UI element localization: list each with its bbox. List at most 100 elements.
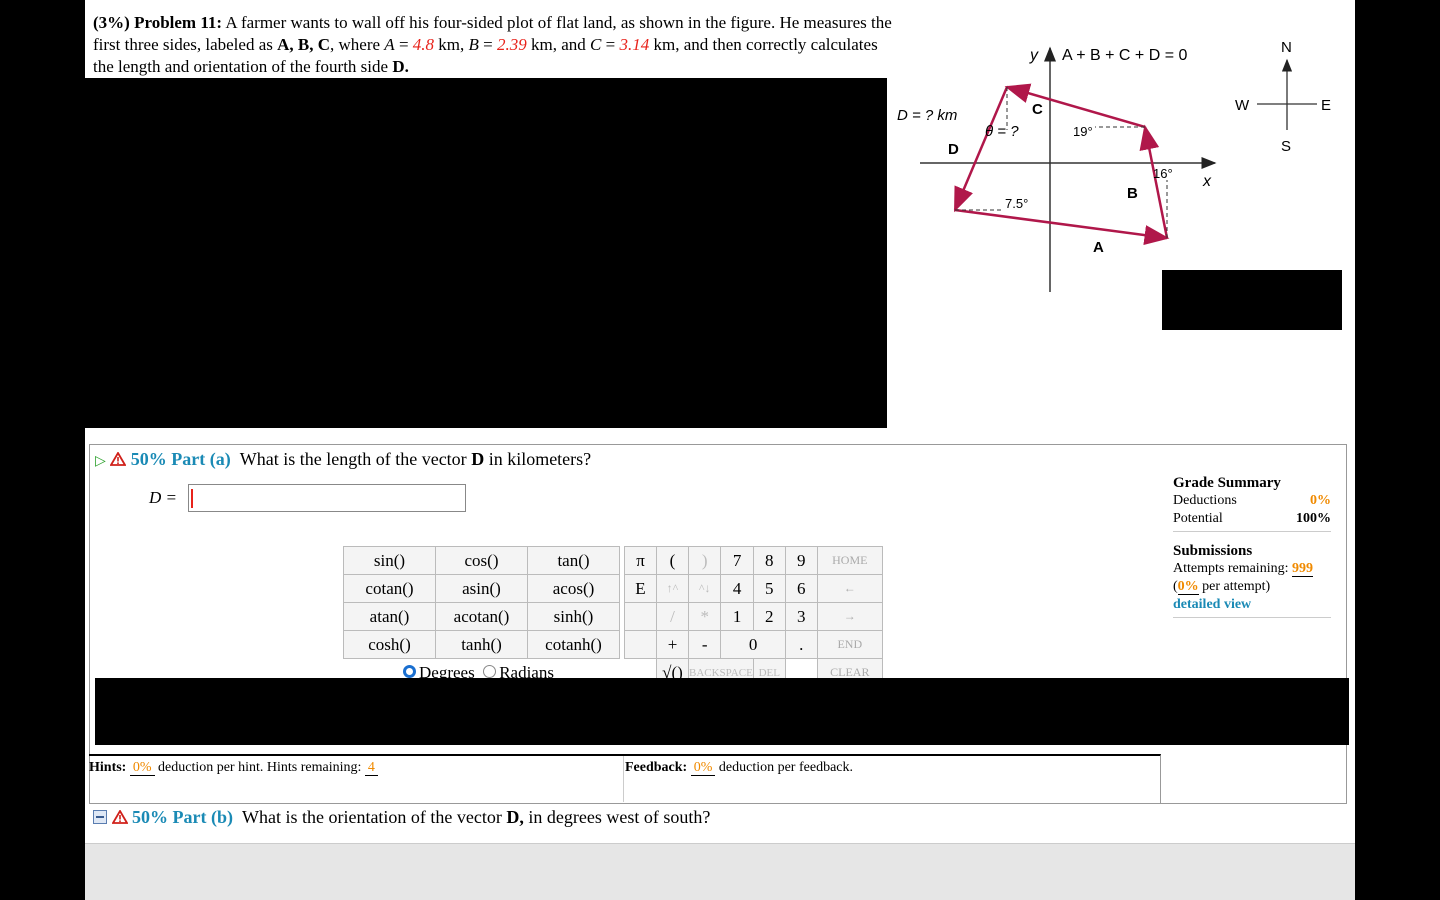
- per-attempt-value: 0%: [1177, 579, 1199, 595]
- key-E[interactable]: E: [624, 574, 657, 603]
- angle-7-5-label: 7.5°: [1005, 196, 1028, 211]
- degrees-radio[interactable]: [403, 665, 416, 678]
- key-minus[interactable]: -: [687, 630, 722, 659]
- key-close-paren[interactable]: ): [687, 546, 722, 575]
- problem-number: Problem 11:: [134, 13, 223, 32]
- answer-input[interactable]: [188, 484, 466, 512]
- redacted-block-2: [1162, 270, 1342, 330]
- key-down[interactable]: ^↓: [687, 574, 722, 603]
- key-5[interactable]: 5: [752, 574, 786, 603]
- warning-icon: [110, 452, 127, 466]
- unit-B: km: [531, 35, 553, 54]
- theta-label: θ = ?: [985, 123, 1019, 140]
- angle-16-label: 16°: [1153, 166, 1173, 181]
- label-C: C: [1032, 101, 1043, 118]
- play-icon[interactable]: ▷: [95, 454, 106, 469]
- detailed-view-link[interactable]: detailed view: [1173, 596, 1331, 614]
- key-asin[interactable]: asin(): [435, 574, 528, 603]
- vector-diagram: y x A + B + C + D = 0 D = ? km θ = ? 19°…: [897, 39, 1331, 292]
- hints-label: Hints:: [89, 760, 127, 775]
- key-7[interactable]: 7: [720, 546, 754, 575]
- expand-icon[interactable]: [93, 810, 107, 824]
- key-8[interactable]: 8: [752, 546, 786, 575]
- problem-D-label: D.: [392, 57, 409, 76]
- part-a-question-2: in kilometers?: [488, 449, 592, 469]
- key-9[interactable]: 9: [784, 546, 818, 575]
- key-tanh[interactable]: tanh(): [435, 630, 528, 659]
- value-C: 3.14: [619, 35, 650, 54]
- angle-19-label: 19°: [1073, 124, 1093, 139]
- problem-text-2: where: [338, 35, 381, 54]
- key-1[interactable]: 1: [720, 602, 754, 631]
- vector-B: [1139, 124, 1169, 239]
- key-cotan[interactable]: cotan(): [343, 574, 436, 603]
- key-pi[interactable]: π: [624, 546, 657, 575]
- part-b-question-2: in degrees west of south?: [528, 807, 711, 827]
- key-slash[interactable]: /: [656, 602, 689, 631]
- key-home[interactable]: HOME: [816, 546, 883, 575]
- key-0[interactable]: 0: [720, 630, 786, 659]
- key-decimal[interactable]: .: [784, 630, 818, 659]
- per-attempt-label: per attempt): [1202, 579, 1271, 594]
- problem-statement: (3%) Problem 11: A farmer wants to wall …: [93, 13, 892, 76]
- unit-A: km: [438, 35, 461, 54]
- part-b-title: 50% Part (b) What is the orientation of …: [93, 806, 710, 828]
- vector-D: [953, 86, 1009, 213]
- part-b-weight: 50%: [132, 807, 168, 827]
- key-right-arrow[interactable]: →: [816, 602, 883, 631]
- key-cosh[interactable]: cosh(): [343, 630, 436, 659]
- answer-label: D =: [149, 488, 177, 507]
- label-B: B: [1127, 185, 1138, 202]
- warning-icon-b: [111, 810, 128, 824]
- part-a-title: ▷ 50% Part (a) What is the length of the…: [95, 448, 591, 473]
- key-acotan[interactable]: acotan(): [435, 602, 528, 631]
- deductions-value: 0%: [1310, 493, 1331, 508]
- part-b-vector: D,: [506, 807, 524, 827]
- text-caret: [191, 489, 193, 508]
- part-a-vector: D: [471, 449, 485, 469]
- key-sin[interactable]: sin(): [343, 546, 436, 575]
- key-open-paren[interactable]: (: [656, 546, 689, 575]
- x-axis-label: x: [1202, 173, 1212, 190]
- key-end[interactable]: END: [816, 630, 883, 659]
- part-a-name: Part (a): [171, 449, 231, 469]
- key-4[interactable]: 4: [720, 574, 754, 603]
- compass-E: E: [1321, 97, 1331, 114]
- key-tan[interactable]: tan(): [527, 546, 620, 575]
- unit-C: km: [653, 35, 676, 54]
- label-D: D: [948, 141, 959, 158]
- redacted-block-1: [85, 78, 887, 428]
- key-6[interactable]: 6: [784, 574, 818, 603]
- grade-summary-title: Grade Summary: [1173, 475, 1281, 491]
- key-sinh[interactable]: sinh(): [527, 602, 620, 631]
- key-cos[interactable]: cos(): [435, 546, 528, 575]
- hints-remaining: 4: [364, 760, 378, 776]
- potential-label: Potential: [1173, 511, 1223, 526]
- compass-S: S: [1281, 138, 1291, 155]
- key-3[interactable]: 3: [784, 602, 818, 631]
- deductions-label: Deductions: [1173, 493, 1237, 508]
- vector-C: [1004, 83, 1146, 129]
- key-left-arrow[interactable]: ←: [816, 574, 883, 603]
- key-up[interactable]: ↑^: [656, 574, 689, 603]
- key-atan[interactable]: atan(): [343, 602, 436, 631]
- part-a-question-1: What is the length of the vector: [239, 449, 467, 469]
- problem-weight: (3%): [93, 13, 130, 32]
- key-cotanh[interactable]: cotanh(): [527, 630, 620, 659]
- feedback-pct: 0%: [690, 760, 716, 776]
- hints-row: Hints: 0% deduction per hint. Hints rema…: [89, 760, 378, 776]
- attempts-value: 999: [1291, 561, 1313, 577]
- footer-bar: [85, 843, 1355, 900]
- problem-labels: A, B, C: [277, 35, 331, 54]
- grade-summary: Grade Summary Deductions 0% Potential 100%…: [1173, 474, 1331, 628]
- key-star[interactable]: *: [687, 602, 722, 631]
- key-2[interactable]: 2: [752, 602, 786, 631]
- radians-radio[interactable]: [483, 665, 497, 678]
- value-A: 4.8: [412, 35, 435, 54]
- key-plus[interactable]: +: [656, 630, 689, 659]
- feedback-row: Feedback: 0% deduction per feedback.: [625, 760, 853, 776]
- part-b-question-1: What is the orientation of the vector: [241, 807, 502, 827]
- key-acos[interactable]: acos(): [527, 574, 620, 603]
- hints-text: deduction per hint. Hints remaining:: [158, 760, 362, 775]
- feedback-label: Feedback:: [625, 760, 688, 775]
